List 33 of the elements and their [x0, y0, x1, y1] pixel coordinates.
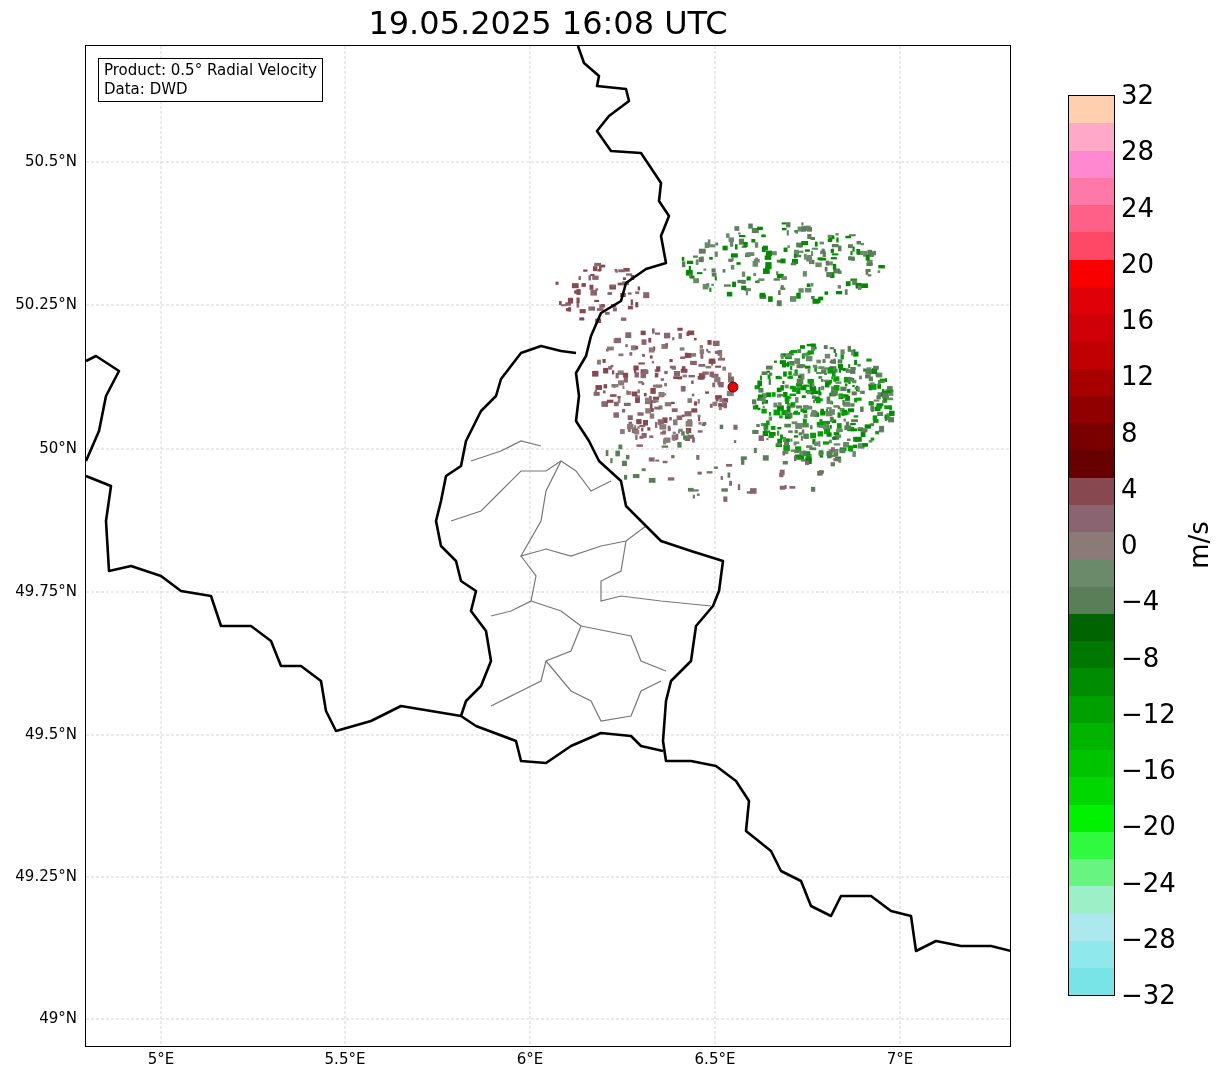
- legend-text: Product: 0.5° Radial Velocity: [104, 61, 317, 80]
- colorbar-unit-label: m/s: [1183, 521, 1214, 569]
- colorbar-tick-label: −16: [1121, 755, 1176, 785]
- longitude-label: 5.5°E: [324, 1050, 366, 1068]
- latitude-label: 49°N: [39, 1009, 77, 1027]
- colorbar-tick-label: 28: [1121, 136, 1155, 167]
- colorbar-tick-label: −24: [1121, 867, 1176, 898]
- latitude-label: 50.5°N: [24, 152, 77, 170]
- latitude-label: 49.5°N: [24, 725, 77, 743]
- colorbar-tick-label: −32: [1121, 980, 1176, 1010]
- latitude-label: 49.25°N: [15, 867, 77, 885]
- longitude-label: 7°E: [886, 1050, 914, 1068]
- legend-text: Data: DWD: [104, 80, 189, 99]
- colorbar-tick-label: 8: [1121, 417, 1138, 448]
- latitude-label: 50.25°N: [15, 295, 77, 313]
- colorbar-tick-label: 24: [1121, 192, 1155, 223]
- colorbar-tick-label: −20: [1121, 811, 1176, 842]
- colorbar-tick-label: 12: [1121, 361, 1155, 392]
- colorbar-tick-label: 20: [1121, 248, 1155, 279]
- colorbar-tick-label: −12: [1121, 698, 1176, 729]
- colorbar-tick-label: −4: [1121, 586, 1160, 617]
- colorbar-tick-label: 0: [1121, 530, 1138, 560]
- colorbar-tick-label: −8: [1121, 642, 1160, 673]
- colorbar-tick-label: −28: [1121, 923, 1176, 954]
- longitude-label: 6.5°E: [694, 1050, 736, 1068]
- longitude-label: 5°E: [147, 1050, 175, 1068]
- colorbar-tick-label: 32: [1121, 80, 1155, 110]
- longitude-label: 6°E: [516, 1050, 544, 1068]
- latitude-label: 49.75°N: [15, 582, 77, 600]
- chart-title: 19.05.2025 16:08 UTC: [368, 3, 728, 44]
- latitude-label: 50°N: [39, 439, 77, 457]
- colorbar-tick-label: 16: [1121, 305, 1155, 335]
- colorbar-tick-label: 4: [1121, 473, 1138, 504]
